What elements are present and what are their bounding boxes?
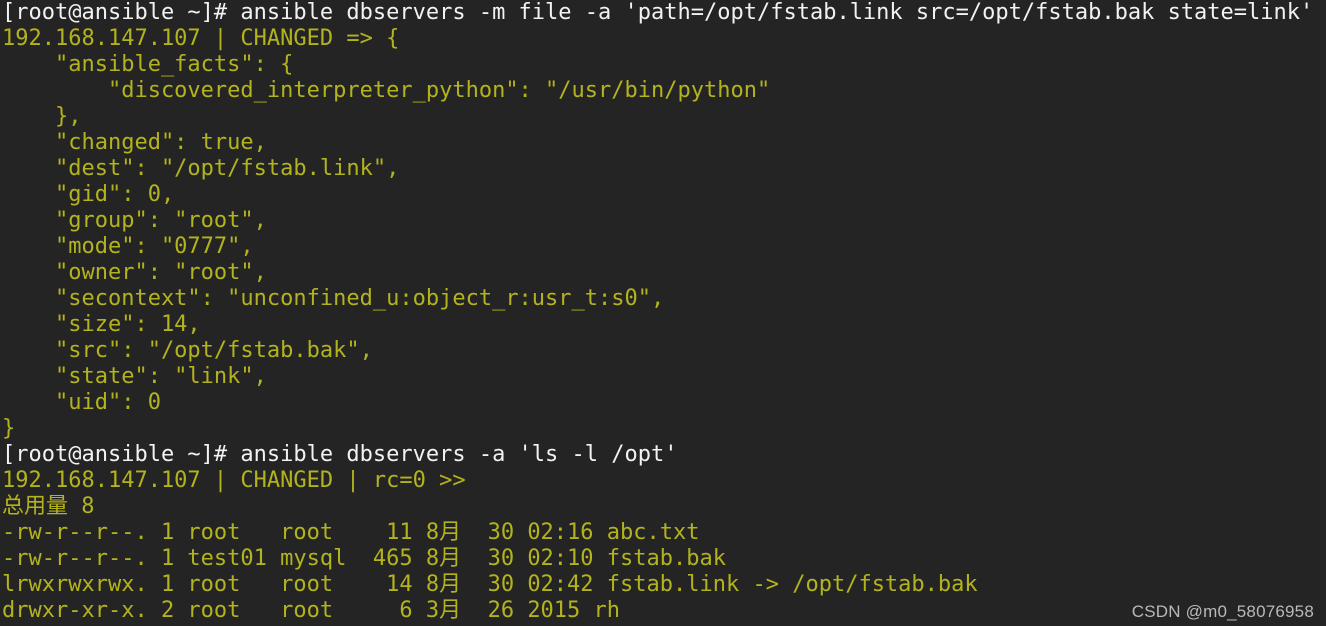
terminal-output-line: "secontext": "unconfined_u:object_r:usr_… <box>2 286 665 311</box>
terminal-output-line: "group": "root", <box>2 208 267 233</box>
terminal-output-line: 总用量 8 <box>2 494 95 519</box>
terminal-output-line: "mode": "0777", <box>2 234 254 259</box>
terminal-output-area: [root@ansible ~]# ansible dbservers -m f… <box>2 0 1326 624</box>
terminal-output-line: "changed": true, <box>2 130 267 155</box>
terminal-command-line: [root@ansible ~]# ansible dbservers -a '… <box>2 442 678 467</box>
terminal-output-line: 192.168.147.107 | CHANGED | rc=0 >> <box>2 468 466 493</box>
terminal-output-line: }, <box>2 104 82 129</box>
terminal-output-line: "owner": "root", <box>2 260 267 285</box>
terminal-output-line: lrwxrwxrwx. 1 root root 14 8月 30 02:42 f… <box>2 572 978 597</box>
terminal-window[interactable]: [root@ansible ~]# ansible dbservers -m f… <box>0 0 1326 626</box>
terminal-output-line: drwxr-xr-x. 2 root root 6 3月 26 2015 rh <box>2 598 621 623</box>
terminal-command-line: [root@ansible ~]# ansible dbservers -m f… <box>2 0 1314 25</box>
terminal-output-line: "uid": 0 <box>2 390 161 415</box>
terminal-output-line: "gid": 0, <box>2 182 175 207</box>
terminal-output-line: "size": 14, <box>2 312 201 337</box>
terminal-output-line: "state": "link", <box>2 364 267 389</box>
terminal-output-line: } <box>2 416 16 441</box>
terminal-output-line: -rw-r--r--. 1 root root 11 8月 30 02:16 a… <box>2 520 700 545</box>
terminal-output-line: -rw-r--r--. 1 test01 mysql 465 8月 30 02:… <box>2 546 726 571</box>
terminal-output-line: "dest": "/opt/fstab.link", <box>2 156 400 181</box>
terminal-output-line: "ansible_facts": { <box>2 52 294 77</box>
terminal-output-line: "src": "/opt/fstab.bak", <box>2 338 373 363</box>
terminal-output-line: "discovered_interpreter_python": "/usr/b… <box>2 78 771 103</box>
terminal-output-line: 192.168.147.107 | CHANGED => { <box>2 26 400 51</box>
